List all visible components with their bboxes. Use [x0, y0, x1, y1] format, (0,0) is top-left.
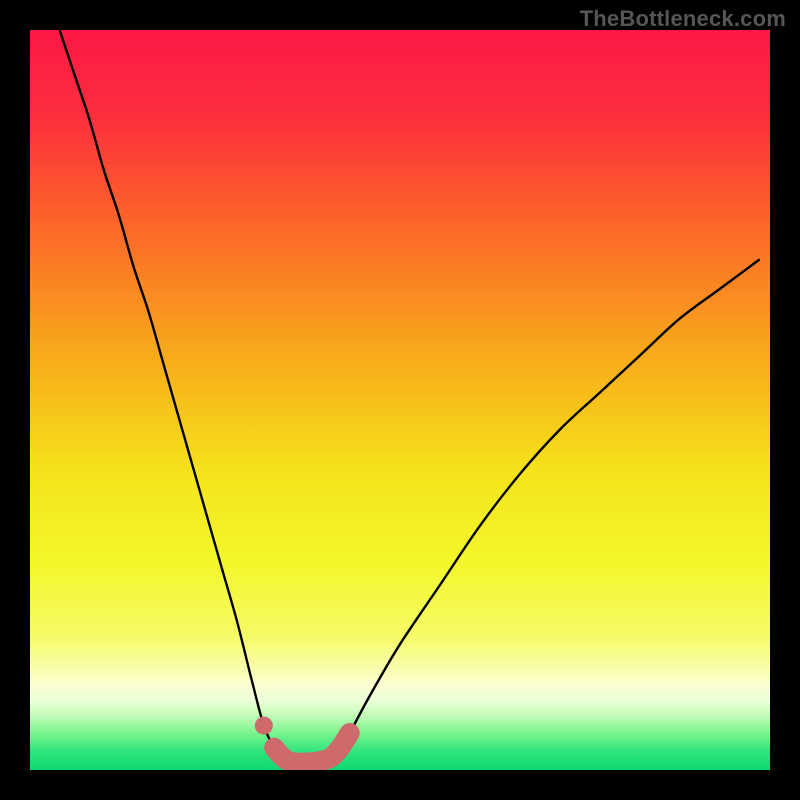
- highlight-band: [274, 733, 349, 763]
- plot-area: [30, 30, 770, 770]
- highlight-dot: [255, 717, 273, 735]
- bottleneck-curve: [60, 30, 760, 763]
- curve-layer: [30, 30, 770, 770]
- chart-frame: TheBottleneck.com: [0, 0, 800, 800]
- watermark-text: TheBottleneck.com: [580, 6, 786, 32]
